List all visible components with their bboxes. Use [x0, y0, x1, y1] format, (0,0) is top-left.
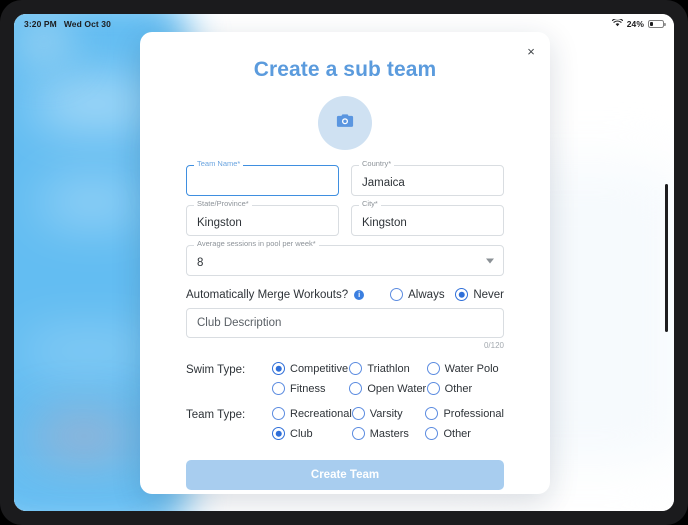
swim-type-option-water-polo-label: Water Polo	[444, 362, 499, 375]
merge-option-never-label: Never	[473, 288, 504, 301]
create-sub-team-dialog: × Create a sub team Team Name* Country* …	[140, 32, 550, 494]
team-type-option-other[interactable]: Other	[425, 427, 504, 440]
team-type-label: Team Type:	[186, 409, 246, 421]
swim-type-option-open-water-label: Open Water	[367, 382, 427, 395]
team-name-input[interactable]: Team Name*	[186, 160, 339, 196]
swim-type-option-other[interactable]: Other	[426, 382, 504, 395]
radio-club[interactable]	[272, 427, 285, 440]
device-frame: 3:20 PM Wed Oct 30 24% × Create a sub te…	[0, 0, 688, 525]
sessions-per-week-label: Average sessions in pool per week*	[194, 240, 319, 248]
team-type-option-recreational[interactable]: Recreational	[272, 407, 352, 420]
camera-icon	[336, 113, 354, 133]
sessions-per-week-select[interactable]: Average sessions in pool per week* 8	[186, 240, 504, 276]
team-type-option-masters-label: Masters	[369, 427, 409, 440]
team-type-option-varsity[interactable]: Varsity	[351, 407, 426, 420]
character-counter: 0/120	[483, 341, 504, 350]
device-screen: 3:20 PM Wed Oct 30 24% × Create a sub te…	[14, 14, 674, 511]
merge-workouts-row: Automatically Merge Workouts? i Always N…	[186, 288, 504, 301]
swim-type-option-triathlon[interactable]: Triathlon	[349, 362, 426, 375]
city-value: Kingston	[362, 217, 407, 230]
team-type-option-professional[interactable]: Professional	[425, 407, 504, 420]
club-description-input[interactable]: Club Description	[186, 308, 504, 338]
create-team-button[interactable]: Create Team	[186, 460, 504, 490]
team-type-option-professional-label: Professional	[443, 407, 504, 420]
team-type-option-other-label: Other	[443, 427, 471, 440]
radio-professional[interactable]	[425, 407, 439, 420]
state-province-value: Kingston	[197, 217, 242, 230]
swim-type-option-triathlon-label: Triathlon	[367, 362, 410, 375]
swim-type-option-competitive-label: Competitive	[290, 362, 349, 375]
merge-option-always[interactable]: Always	[390, 288, 445, 301]
avatar-wrap	[140, 96, 550, 150]
radio-always[interactable]	[390, 288, 404, 301]
team-type-option-recreational-label: Recreational	[290, 407, 352, 420]
country-value: Jamaica	[362, 177, 405, 190]
swim-type-option-fitness[interactable]: Fitness	[272, 382, 349, 395]
radio-water-polo[interactable]	[426, 362, 440, 375]
radio-open-water[interactable]	[349, 382, 363, 395]
close-icon[interactable]: ×	[522, 42, 540, 60]
radio-recreational[interactable]	[272, 407, 285, 420]
sessions-per-week-value: 8	[197, 257, 204, 270]
state-province-label: State/Province*	[194, 200, 252, 208]
team-name-label: Team Name*	[194, 160, 244, 168]
country-label: Country*	[359, 160, 395, 168]
merge-option-always-label: Always	[408, 288, 445, 301]
swim-type-group: Swim Type: Competitive Triathlon Water P…	[186, 362, 504, 395]
chevron-down-icon	[486, 258, 494, 263]
team-avatar-upload[interactable]	[318, 96, 372, 150]
radio-competitive[interactable]	[272, 362, 285, 375]
modal-overlay: × Create a sub team Team Name* Country* …	[14, 14, 674, 511]
merge-workouts-label: Automatically Merge Workouts?	[186, 288, 349, 301]
radio-never[interactable]	[455, 288, 469, 301]
country-input[interactable]: Country* Jamaica	[351, 160, 504, 196]
radio-triathlon[interactable]	[349, 362, 363, 375]
merge-option-never[interactable]: Never	[455, 288, 504, 301]
create-team-form: Team Name* Country* Jamaica State/Provin…	[140, 160, 550, 490]
swim-type-option-open-water[interactable]: Open Water	[349, 382, 426, 395]
radio-team-other[interactable]	[425, 427, 439, 440]
team-type-option-masters[interactable]: Masters	[351, 427, 426, 440]
radio-swim-other[interactable]	[426, 382, 440, 395]
swim-type-option-water-polo[interactable]: Water Polo	[426, 362, 504, 375]
swim-type-option-fitness-label: Fitness	[290, 382, 326, 395]
field-row-2: State/Province* Kingston City* Kingston	[186, 200, 504, 236]
city-input[interactable]: City* Kingston	[351, 200, 504, 236]
team-type-option-club[interactable]: Club	[272, 427, 352, 440]
club-description-placeholder: Club Description	[197, 317, 282, 329]
team-type-group: Team Type: Recreational Varsity Professi…	[186, 407, 504, 440]
swim-type-option-competitive[interactable]: Competitive	[272, 362, 349, 375]
info-icon[interactable]: i	[354, 289, 365, 300]
team-type-options: Recreational Varsity Professional Club M…	[272, 407, 504, 440]
radio-varsity[interactable]	[351, 407, 365, 420]
swim-type-option-other-label: Other	[444, 382, 473, 395]
dialog-title: Create a sub team	[253, 58, 437, 81]
field-row-3: Average sessions in pool per week* 8	[186, 240, 504, 276]
state-province-input[interactable]: State/Province* Kingston	[186, 200, 339, 236]
radio-fitness[interactable]	[272, 382, 285, 395]
city-label: City*	[359, 200, 381, 208]
swim-type-label: Swim Type:	[186, 364, 246, 376]
radio-masters[interactable]	[351, 427, 365, 440]
team-type-option-varsity-label: Varsity	[369, 407, 403, 420]
field-row-1: Team Name* Country* Jamaica	[186, 160, 504, 196]
swim-type-options: Competitive Triathlon Water Polo Fitness…	[272, 362, 504, 395]
team-type-option-club-label: Club	[290, 427, 313, 440]
